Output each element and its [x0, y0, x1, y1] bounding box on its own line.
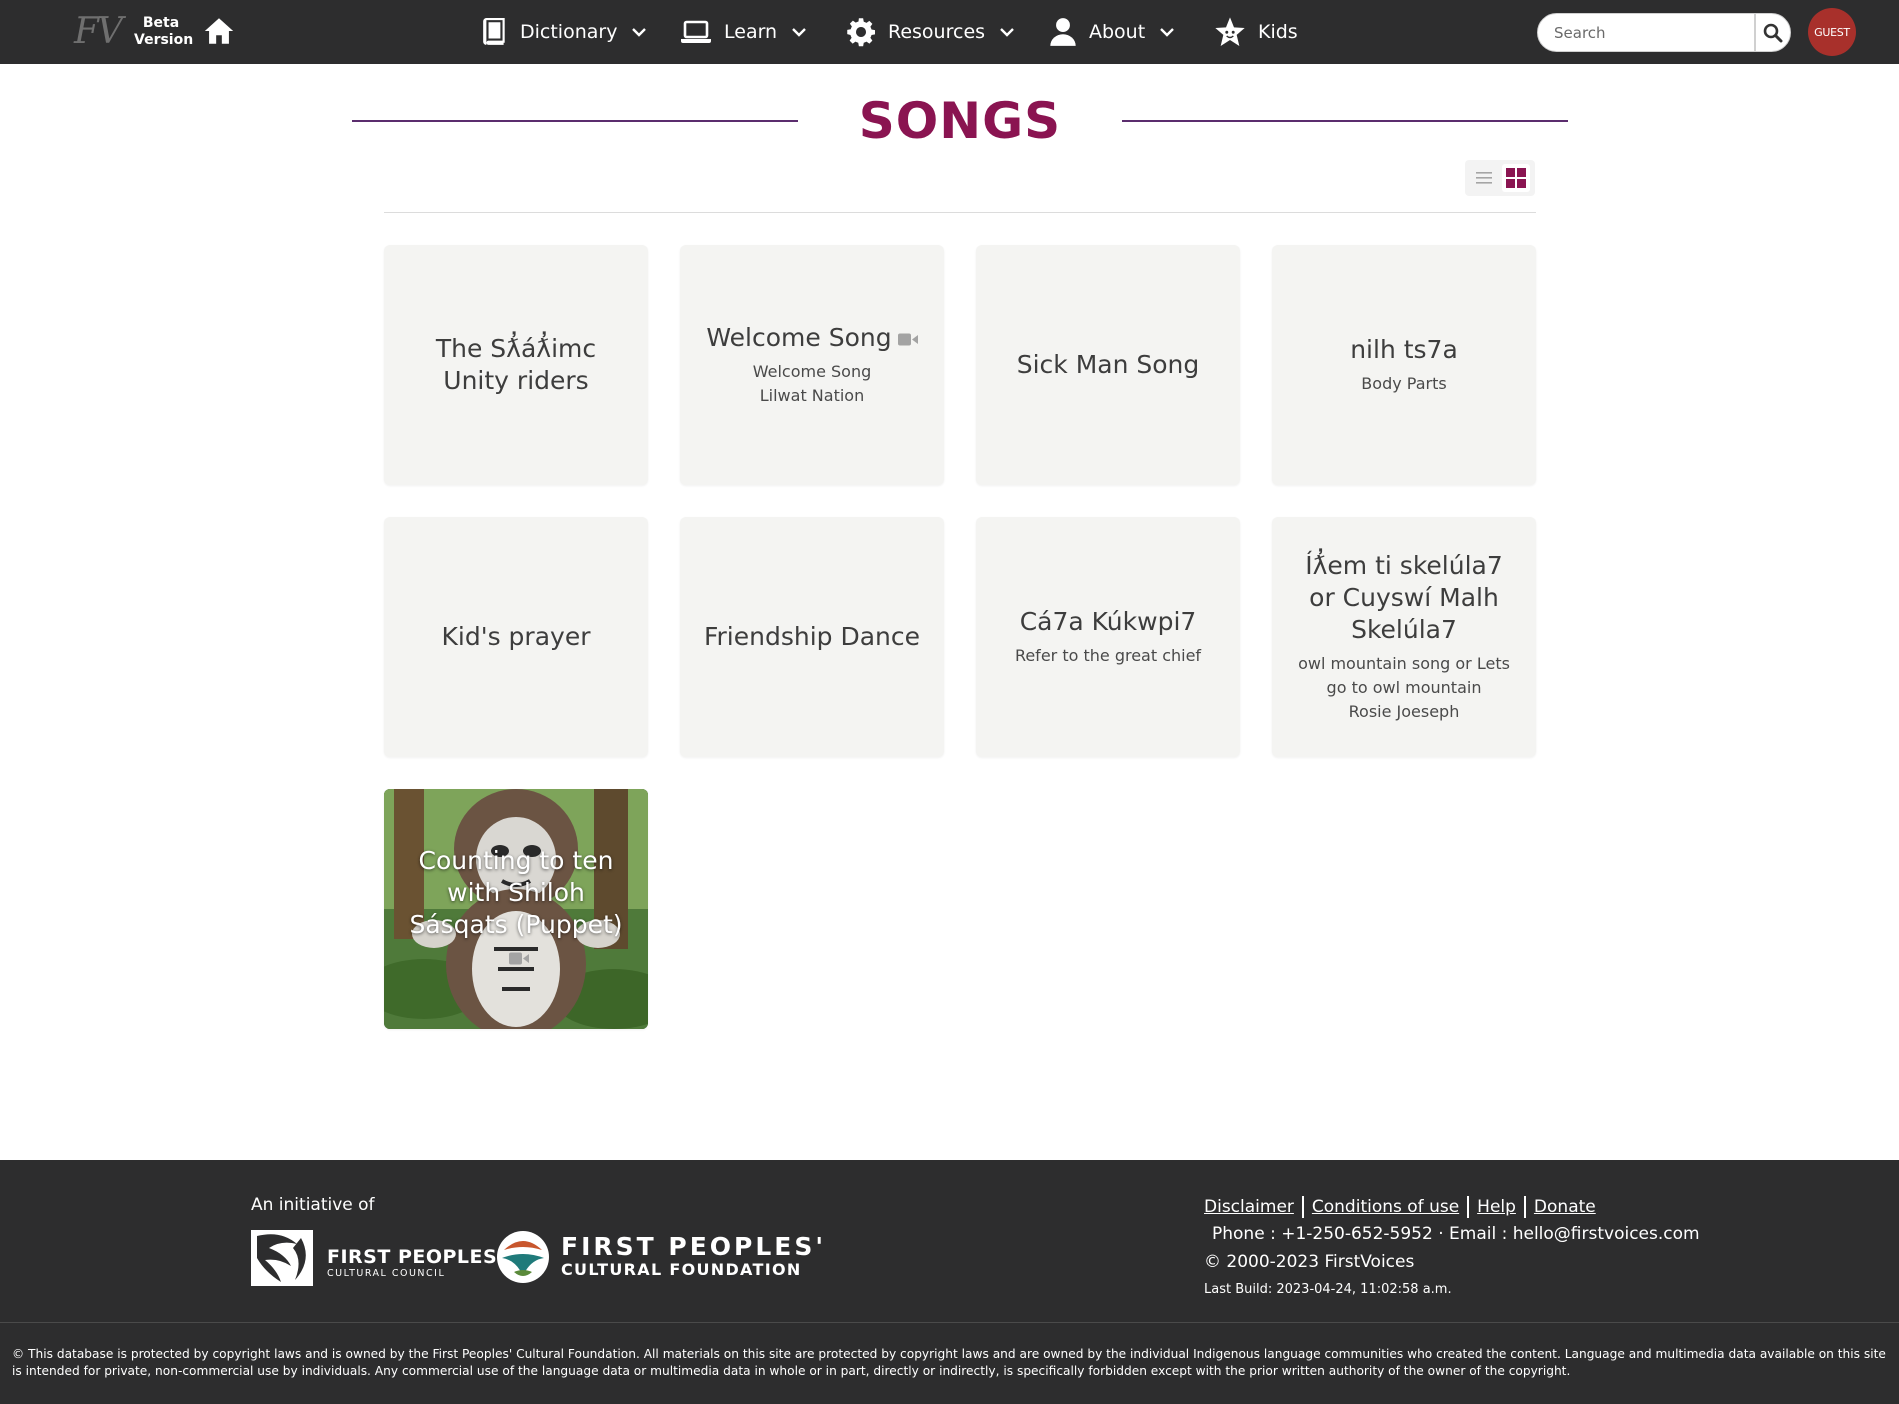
nav-resources-label: Resources [888, 21, 986, 43]
song-card[interactable]: Cá7a Kúkwpi7 Refer to the great chief [976, 517, 1240, 757]
top-navbar: FV Beta Version Dictionary Learn Resourc… [0, 0, 1899, 64]
song-subtitle-line: Welcome Song [752, 362, 872, 381]
view-toggle [1465, 160, 1535, 196]
song-card[interactable]: Friendship Dance [680, 517, 944, 757]
song-title: nilh ts7a [1350, 335, 1458, 364]
song-title: Friendship Dance [703, 622, 921, 651]
initiative-label: An initiative of [251, 1195, 375, 1215]
conditions-of-use-link[interactable]: Conditions of use [1301, 1196, 1467, 1218]
song-subtitle: Body Parts [1361, 374, 1447, 393]
song-subtitle: Welcome Song Lilwat Nation [753, 360, 872, 408]
footer-divider [0, 1322, 1899, 1323]
beta-version-label: Beta Version [134, 15, 194, 48]
video-icon [897, 333, 918, 345]
list-icon [1476, 172, 1492, 184]
grid-view-button[interactable] [1502, 164, 1530, 192]
song-title: Cá7a Kúkwpi7 [1019, 607, 1197, 636]
help-link[interactable]: Help [1467, 1196, 1524, 1218]
nav-dictionary-label: Dictionary [520, 21, 618, 43]
song-subtitle: Refer to the great chief [1014, 646, 1202, 665]
nav-learn[interactable]: Learn [680, 0, 807, 64]
song-card[interactable]: Kid's prayer [384, 517, 648, 757]
song-title: Welcome Song [706, 323, 892, 352]
contact-info: Phone : +1-250-652-5952 · Email : hello@… [1212, 1224, 1700, 1244]
song-title: Kid's prayer [441, 622, 591, 651]
search-icon [1763, 23, 1783, 42]
chevron-down-icon [632, 28, 647, 37]
title-rule-right [1122, 120, 1568, 122]
song-subtitle-line: owl mountain song or Lets go to owl moun… [1298, 654, 1510, 697]
footer: An initiative of FIRST PEOPLES' CULTURAL… [0, 1160, 1899, 1404]
song-card[interactable]: Welcome Song Welcome Song Lilwat Nation [680, 245, 944, 485]
list-view-button[interactable] [1470, 164, 1498, 192]
video-icon [509, 952, 529, 964]
gear-icon [847, 18, 875, 47]
nav-about[interactable]: About [1049, 0, 1175, 64]
last-build: Last Build: 2023-04-24, 11:02:58 a.m. [1204, 1282, 1452, 1297]
star-face-icon [1215, 17, 1245, 46]
song-subtitle: owl mountain song or Lets go to owl moun… [1292, 652, 1516, 724]
legal-notice: © This database is protected by copyrigh… [12, 1347, 1886, 1378]
fpcc-name: FIRST PEOPLES' [327, 1246, 504, 1268]
chevron-down-icon [792, 28, 806, 37]
footer-links: Disclaimer Conditions of use Help Donate [1204, 1196, 1604, 1218]
nav-kids[interactable]: Kids [1214, 0, 1298, 64]
copyright: © 2000-2023 FirstVoices [1204, 1252, 1415, 1272]
nav-about-label: About [1089, 21, 1146, 43]
song-card[interactable]: The Sƛ̓áƛ̓imc Unity riders [384, 245, 648, 485]
donate-link[interactable]: Donate [1523, 1196, 1604, 1218]
content-divider [384, 212, 1536, 213]
search-input[interactable] [1537, 13, 1755, 52]
song-title: Íƛ̓em ti skelúla7 or Cuyswí Malh Skelúla… [1305, 551, 1503, 644]
home-icon[interactable] [202, 14, 236, 48]
song-card[interactable]: Íƛ̓em ti skelúla7 or Cuyswí Malh Skelúla… [1272, 517, 1536, 757]
fpcc-subname: CULTURAL COUNCIL [327, 1268, 446, 1279]
nav-dictionary[interactable]: Dictionary [482, 0, 647, 64]
fpcf-subname: CULTURAL FOUNDATION [561, 1260, 802, 1279]
song-subtitle-line: Lilwat Nation [759, 386, 865, 405]
song-subtitle-line: Rosie Joeseph [1348, 702, 1460, 721]
nav-kids-label: Kids [1258, 21, 1298, 43]
person-icon [1050, 18, 1076, 46]
fpcf-name: FIRST PEOPLES' [561, 1232, 827, 1261]
fpcc-mark-icon [251, 1230, 313, 1286]
title-rule-left [352, 120, 798, 122]
firstvoices-logo[interactable]: FV [74, 12, 123, 52]
song-card-with-image[interactable]: Counting to ten with Shiloh Sásqats (Pup… [384, 789, 648, 1029]
book-icon [483, 18, 505, 45]
disclaimer-link[interactable]: Disclaimer [1204, 1196, 1302, 1218]
song-title: The Sƛ̓áƛ̓imc Unity riders [435, 334, 597, 395]
song-card[interactable]: Sick Man Song [976, 245, 1240, 485]
song-card[interactable]: nilh ts7a Body Parts [1272, 245, 1536, 485]
page-title: SONGS [858, 92, 1062, 150]
song-title: Counting to ten with Shiloh Sásqats (Pup… [409, 846, 623, 939]
search-button[interactable] [1755, 13, 1791, 52]
laptop-icon [681, 20, 711, 43]
song-title-wrap: Counting to ten with Shiloh Sásqats (Pup… [400, 845, 632, 973]
grid-icon [1506, 168, 1526, 188]
fpcf-mark-icon [497, 1231, 549, 1283]
user-avatar[interactable]: GUEST [1808, 8, 1856, 56]
nav-learn-label: Learn [724, 21, 778, 43]
song-title: Sick Man Song [1016, 350, 1200, 379]
nav-resources[interactable]: Resources [846, 0, 1015, 64]
chevron-down-icon [1000, 28, 1014, 37]
chevron-down-icon [1160, 28, 1175, 37]
song-title-wrap: Welcome Song [706, 322, 918, 354]
